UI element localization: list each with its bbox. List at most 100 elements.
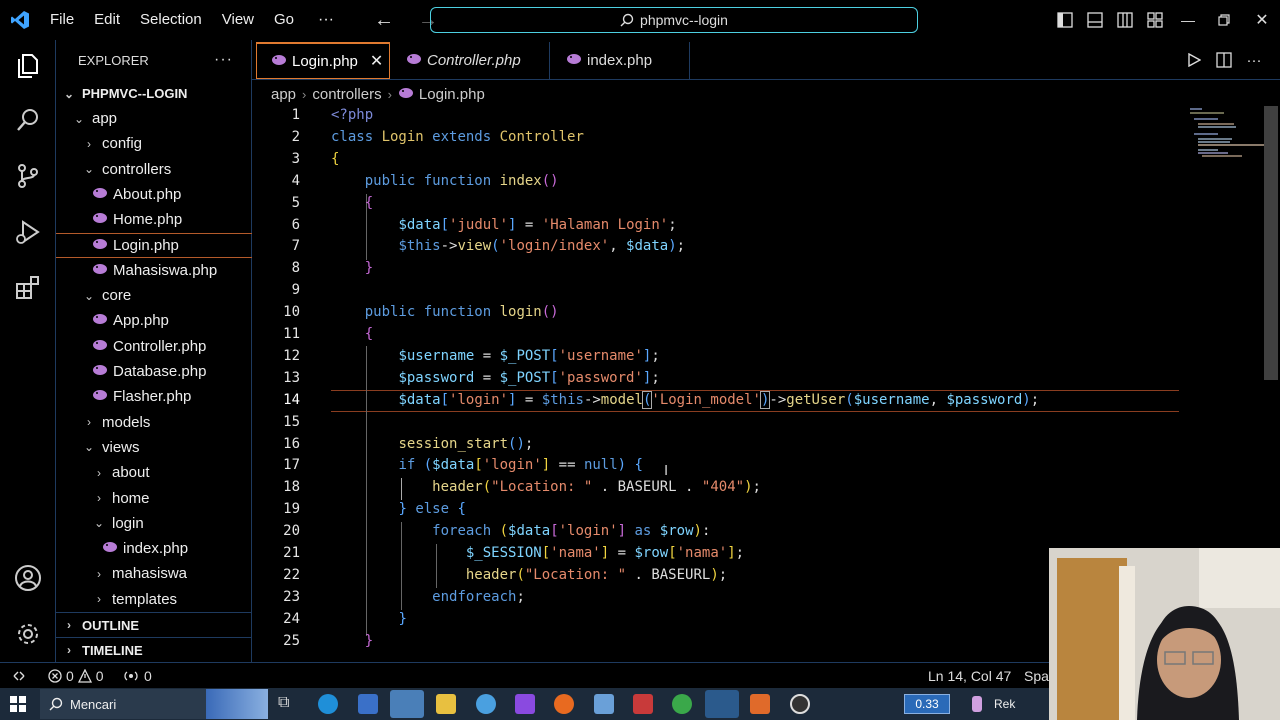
code-line: $data['judul'] = 'Halaman Login'; [331, 217, 676, 233]
file-explorer-icon[interactable] [436, 694, 456, 714]
code-token: = [474, 369, 500, 386]
app-icon[interactable] [594, 694, 614, 714]
obs-icon[interactable] [790, 694, 810, 714]
breadcrumb-item[interactable]: app [271, 86, 296, 103]
menu-selection[interactable]: Selection [130, 0, 212, 40]
php-file-icon [92, 363, 108, 380]
run-debug-icon[interactable] [12, 216, 44, 248]
toggle-panel-icon[interactable] [1084, 0, 1106, 40]
folder-item-mahasiswa[interactable]: › mahasiswa [56, 561, 252, 586]
more-menu-icon[interactable]: ··· [304, 11, 348, 29]
minimap[interactable] [1184, 106, 1264, 166]
taskbar-search[interactable]: Mencari [40, 689, 268, 719]
account-icon[interactable] [12, 562, 44, 594]
code-token: "Location: " [491, 479, 593, 496]
folder-item-controllers[interactable]: ⌄ controllers [56, 157, 252, 182]
recording-indicator[interactable]: Rek [972, 694, 1015, 714]
code-line: class Login extends Controller [331, 129, 584, 145]
explorer-icon[interactable] [12, 50, 44, 82]
mail-app-icon[interactable] [390, 690, 424, 718]
extensions-icon[interactable] [12, 272, 44, 304]
figma-icon[interactable] [633, 694, 653, 714]
folder-item-about[interactable]: › about [56, 460, 252, 485]
file-item-controller-php[interactable]: Controller.php [56, 334, 252, 359]
search-icon[interactable] [12, 104, 44, 136]
code-line: { [331, 326, 373, 342]
warning-icon [77, 669, 92, 683]
remote-indicator-icon[interactable] [12, 663, 26, 689]
code-token: getUser [786, 391, 846, 408]
explorer-more-icon[interactable]: ··· [214, 51, 233, 69]
file-item-index-php[interactable]: index.php [56, 536, 252, 561]
toggle-sidebar-icon[interactable] [1054, 0, 1076, 40]
code-line: } [331, 260, 373, 276]
network-speed[interactable]: 0.33 [904, 694, 950, 714]
close-window-icon[interactable]: ✕ [1250, 0, 1274, 40]
folder-item-login[interactable]: ⌄ login [56, 511, 252, 536]
customize-layout-icon[interactable] [1144, 0, 1166, 40]
store-icon[interactable] [358, 694, 378, 714]
chevron-down-icon: ⌄ [63, 86, 75, 101]
vscode-taskbar-icon[interactable] [705, 690, 739, 718]
tab-login-php[interactable]: Login.php ✕ [256, 42, 390, 79]
firefox-icon[interactable] [554, 694, 574, 714]
timeline-section[interactable]: › TIMELINE [56, 637, 252, 662]
tab-controller-php[interactable]: Controller.php [392, 42, 550, 79]
file-item-app-php[interactable]: App.php [56, 308, 252, 333]
folder-item-templates[interactable]: › templates [56, 587, 252, 612]
chrome-icon[interactable] [672, 694, 692, 714]
folder-item-config[interactable]: › config [56, 131, 252, 156]
minimize-icon[interactable]: — [1176, 0, 1200, 40]
code-token: 'login' [558, 523, 618, 540]
tab-index-php[interactable]: index.php [552, 42, 690, 79]
task-view-icon[interactable]: ⧉ [278, 694, 298, 714]
code-token: = [609, 545, 635, 561]
cursor-position[interactable]: Ln 14, Col 47 [928, 663, 1011, 689]
breadcrumb-item[interactable]: Login.php [419, 86, 485, 103]
folder-item-core[interactable]: ⌄ core [56, 283, 252, 308]
code-line: <?php [331, 107, 373, 123]
back-arrow-icon[interactable]: ← [362, 9, 406, 32]
folder-item-home[interactable]: › home [56, 486, 252, 511]
code-token: <?php [331, 107, 374, 123]
editor-more-icon[interactable]: ··· [1242, 48, 1266, 72]
windows-start-icon[interactable] [10, 696, 26, 717]
folder-item-views[interactable]: ⌄ views [56, 435, 252, 460]
problems-indicator[interactable]: 0 0 [48, 663, 104, 689]
workspace-root[interactable]: ⌄ PHPMVC--LOGIN [56, 81, 252, 106]
run-file-icon[interactable] [1182, 48, 1206, 72]
file-item-flasher-php[interactable]: Flasher.php [56, 384, 252, 409]
app-icon[interactable] [515, 694, 535, 714]
folder-item-models[interactable]: › models [56, 410, 252, 435]
code-token: : [701, 523, 711, 540]
menu-file[interactable]: File [40, 0, 84, 40]
source-control-icon[interactable] [12, 160, 44, 192]
vertical-scrollbar[interactable] [1264, 106, 1278, 380]
file-item-home-php[interactable]: Home.php [56, 207, 252, 232]
file-item-login-php[interactable]: Login.php [56, 232, 252, 258]
outline-section[interactable]: › OUTLINE [56, 612, 252, 637]
toggle-secondary-sidebar-icon[interactable] [1114, 0, 1136, 40]
ports-indicator[interactable]: 0 [124, 663, 152, 689]
line-number: 7 [291, 238, 300, 255]
split-editor-icon[interactable] [1212, 48, 1236, 72]
edge-browser-icon[interactable] [318, 694, 338, 714]
breadcrumb-item[interactable]: controllers [312, 86, 381, 103]
close-tab-icon[interactable]: ✕ [370, 51, 383, 71]
file-item-about-php[interactable]: About.php [56, 182, 252, 207]
menu-go[interactable]: Go [264, 0, 304, 40]
folder-item-app[interactable]: ⌄ app [56, 106, 252, 131]
code-token: } [364, 632, 374, 649]
menu-edit[interactable]: Edit [84, 0, 130, 40]
restore-icon[interactable] [1212, 0, 1236, 40]
skype-icon[interactable] [476, 694, 496, 714]
settings-gear-icon[interactable] [12, 618, 44, 650]
file-item-mahasiswa-php[interactable]: Mahasiswa.php [56, 258, 252, 283]
file-item-database-php[interactable]: Database.php [56, 359, 252, 384]
menu-view[interactable]: View [212, 0, 264, 40]
xampp-icon[interactable] [750, 694, 770, 714]
command-center-search[interactable]: phpmvc--login [430, 7, 918, 33]
